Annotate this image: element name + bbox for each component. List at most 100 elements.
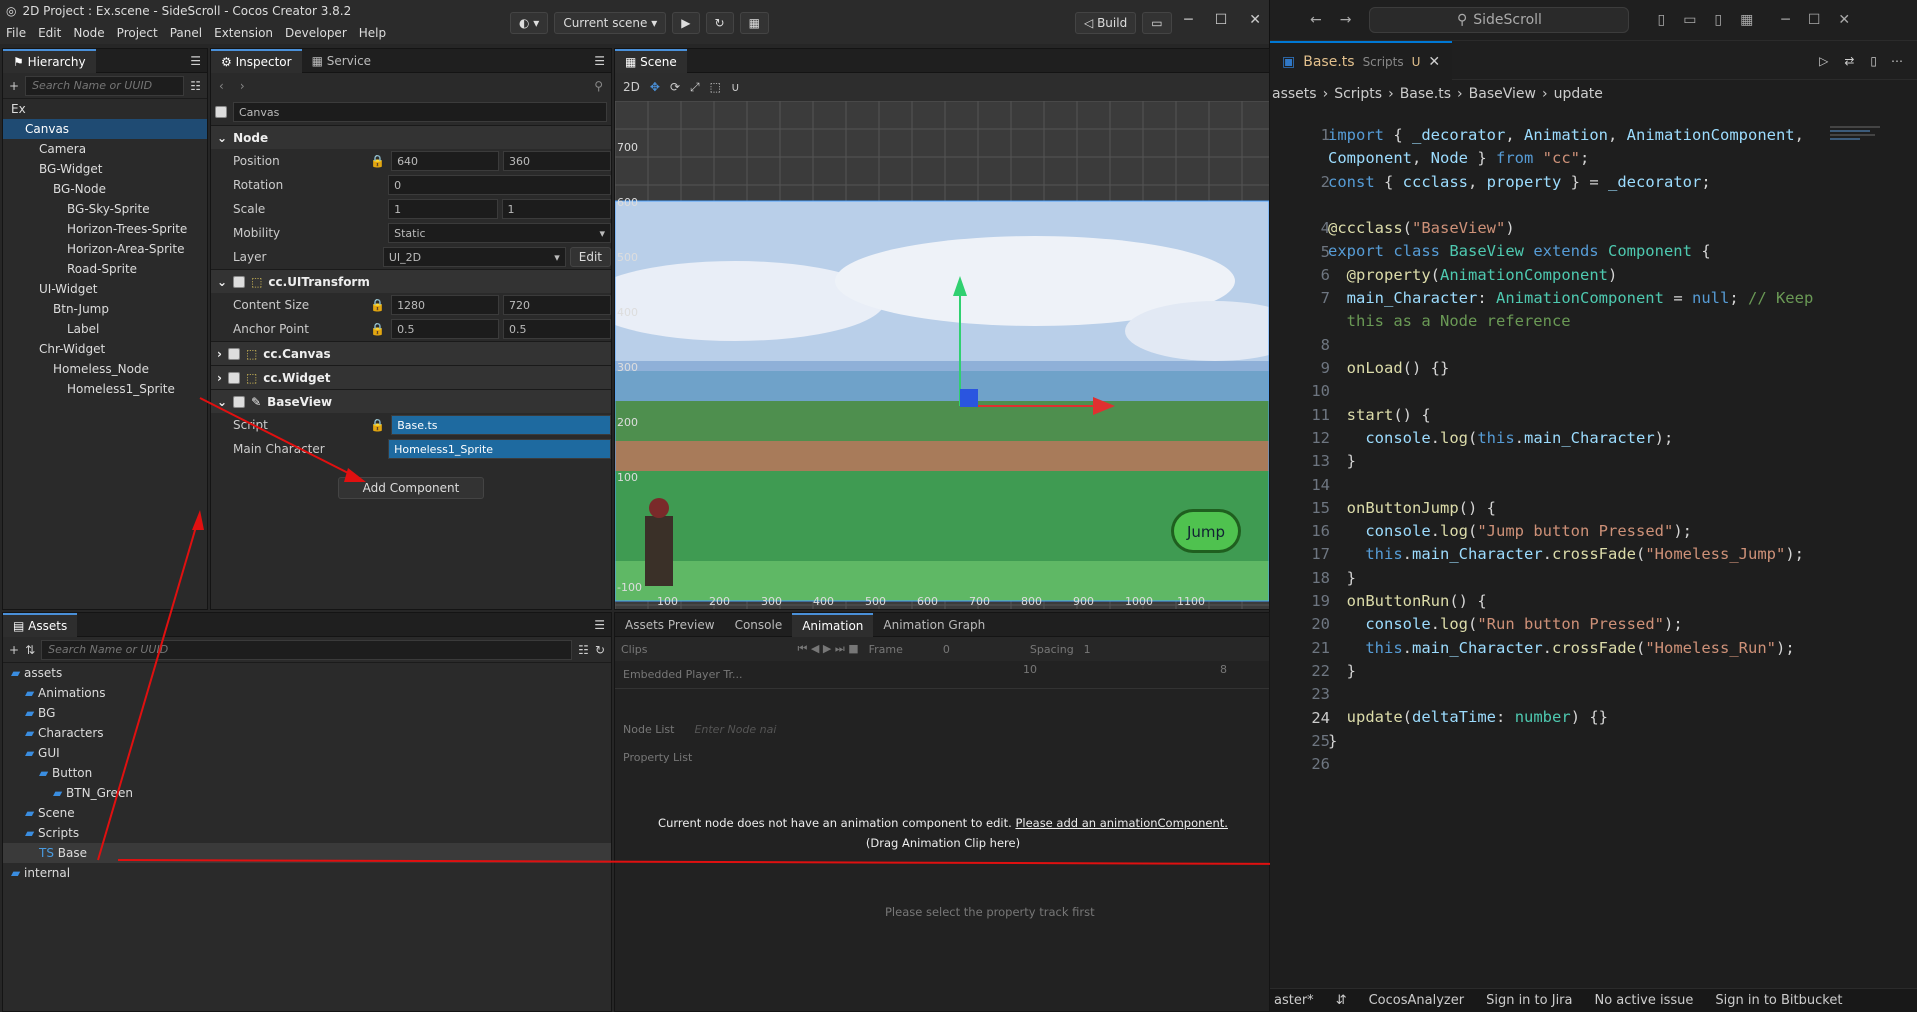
asset-item[interactable]: TS Base (3, 843, 611, 863)
refresh-button[interactable]: ↻ (705, 12, 734, 34)
sort-icon[interactable]: ⇅ (25, 643, 35, 657)
baseview-checkbox[interactable] (233, 395, 246, 408)
breadcrumb-file[interactable]: Base.ts (1400, 86, 1451, 102)
platform-select[interactable]: ◐ ▾ (510, 12, 549, 34)
sync-icon[interactable]: ⇵ (1336, 993, 1347, 1008)
hierarchy-search-input[interactable] (25, 75, 185, 96)
hierarchy-item[interactable]: Btn-Jump (3, 299, 207, 319)
close-icon[interactable]: ✕ (1249, 12, 1261, 28)
breadcrumb-method[interactable]: update (1554, 86, 1603, 102)
sign-in-bitbucket[interactable]: Sign in to Bitbucket (1715, 993, 1842, 1008)
tab-animation-graph[interactable]: Animation Graph (873, 613, 995, 637)
widget-section[interactable]: › ⬚ cc.Widget (211, 365, 611, 389)
move-tool-icon[interactable]: ✥ (650, 80, 660, 94)
layer-edit-button[interactable]: Edit (569, 247, 611, 267)
cocos-analyzer[interactable]: CocosAnalyzer (1369, 993, 1464, 1008)
anchor-y-field[interactable]: 0.5 (503, 319, 611, 339)
rotate-tool-icon[interactable]: ⟳ (670, 80, 680, 94)
folder-button[interactable]: ▭ (1142, 12, 1172, 34)
menu-extension[interactable]: Extension (214, 26, 273, 40)
magnet-icon[interactable]: ∪ (731, 80, 740, 94)
asset-item[interactable]: ▰ Button (3, 763, 611, 783)
mobility-select[interactable]: Static ▾ (388, 223, 611, 243)
asset-item[interactable]: ▰ GUI (3, 743, 611, 763)
add-icon[interactable]: + (9, 79, 19, 93)
tab-service[interactable]: ▦ Service (302, 49, 382, 73)
build-button[interactable]: ◁ Build (1075, 12, 1137, 34)
add-icon[interactable]: + (9, 643, 19, 657)
scale-tool-icon[interactable]: ⤢ (690, 80, 700, 95)
layout-icon[interactable]: ▯ (1714, 12, 1722, 28)
tab-inspector[interactable]: ⚙ Inspector (211, 48, 302, 73)
asset-item[interactable]: ▰ BG (3, 703, 611, 723)
minimize-icon[interactable]: ─ (1184, 12, 1192, 28)
split-icon[interactable]: ▯ (1870, 54, 1877, 68)
content-height-field[interactable]: 720 (503, 295, 611, 315)
active-issue[interactable]: No active issue (1595, 993, 1694, 1008)
menu-file[interactable]: File (6, 26, 26, 40)
tab-hierarchy[interactable]: ⚑ Hierarchy (3, 48, 96, 73)
layout-icon[interactable]: ▭ (1683, 12, 1696, 28)
menu-panel[interactable]: Panel (170, 26, 202, 40)
editor-tab-base-ts[interactable]: ▣ Base.ts Scripts U ✕ (1270, 40, 1453, 81)
baseview-section[interactable]: ⌄ ✎ BaseView (211, 389, 611, 413)
hierarchy-item[interactable]: Canvas (3, 119, 207, 139)
layer-select[interactable]: UI_2D ▾ (382, 247, 566, 267)
hierarchy-item[interactable]: Homeless1_Sprite (3, 379, 207, 399)
menu-project[interactable]: Project (117, 26, 158, 40)
layout-icon[interactable]: ▦ (1740, 12, 1753, 28)
asset-item[interactable]: ▰ internal (3, 863, 611, 883)
breadcrumb-class[interactable]: BaseView (1469, 86, 1536, 102)
spacing-value[interactable]: 1 (1084, 643, 1091, 656)
command-center-search[interactable]: ⚲ SideScroll (1369, 7, 1630, 33)
more-icon[interactable]: ⋯ (1891, 54, 1903, 68)
minimap[interactable] (1830, 124, 1900, 184)
canvas-checkbox[interactable] (227, 347, 240, 360)
hierarchy-item[interactable]: Label (3, 319, 207, 339)
list-icon[interactable]: ☷ (578, 643, 589, 657)
jump-button-text[interactable]: Jump (1186, 523, 1225, 541)
hierarchy-item[interactable]: BG-Widget (3, 159, 207, 179)
hierarchy-item[interactable]: Ex (3, 99, 207, 119)
position-x-field[interactable]: 640 (391, 151, 500, 171)
node-section[interactable]: ⌄ Node (211, 125, 611, 149)
close-icon[interactable]: ✕ (1428, 54, 1440, 70)
back-icon[interactable]: ‹ (219, 79, 224, 93)
code-editor[interactable]: 1 2 4 5 6 7 8 9 10 11 12 13 14 15 16 17 18 19 20 21 22 23 24 25… (1270, 124, 1830, 773)
minimize-icon[interactable]: ─ (1781, 12, 1789, 28)
scene-select[interactable]: Current scene ▾ (554, 12, 667, 34)
anchor-x-field[interactable]: 0.5 (391, 319, 500, 339)
menu-developer[interactable]: Developer (285, 26, 347, 40)
tab-scene[interactable]: ▦ Scene (615, 48, 687, 73)
menu-icon[interactable]: ☰ (190, 54, 201, 68)
compare-icon[interactable]: ⇄ (1844, 54, 1854, 68)
tab-assets-preview[interactable]: Assets Preview (615, 613, 725, 637)
menu-node[interactable]: Node (73, 26, 104, 40)
position-y-field[interactable]: 360 (503, 151, 611, 171)
canvas-section[interactable]: › ⬚ cc.Canvas (211, 341, 611, 365)
forward-icon[interactable]: → (1340, 12, 1352, 28)
rect-tool-icon[interactable]: ⬚ (710, 80, 721, 94)
hierarchy-item[interactable]: Homeless_Node (3, 359, 207, 379)
hierarchy-item[interactable]: Horizon-Area-Sprite (3, 239, 207, 259)
menu-edit[interactable]: Edit (38, 26, 61, 40)
play-button[interactable]: ▶ (672, 12, 700, 34)
node-active-checkbox[interactable] (215, 106, 227, 118)
asset-item[interactable]: ▰ Characters (3, 723, 611, 743)
run-icon[interactable]: ▷ (1819, 54, 1828, 68)
script-field[interactable]: Base.ts (391, 415, 611, 435)
maximize-icon[interactable]: ☐ (1215, 12, 1228, 28)
asset-item[interactable]: ▰ BTN_Green (3, 783, 611, 803)
hierarchy-item[interactable]: Horizon-Trees-Sprite (3, 219, 207, 239)
pin-icon[interactable]: ⚲ (594, 79, 603, 93)
maximize-icon[interactable]: ☐ (1808, 12, 1821, 28)
playback-controls[interactable]: ⏮ ◀ ▶ ⏭ ■ (798, 642, 859, 656)
asset-item[interactable]: ▰ assets (3, 663, 611, 683)
uitransform-checkbox[interactable] (233, 275, 246, 288)
tab-animation[interactable]: Animation (792, 612, 874, 637)
node-name-field[interactable]: Canvas (233, 102, 607, 122)
add-component-button[interactable]: Add Component (337, 477, 485, 499)
add-animation-link[interactable]: Please add an animationComponent. (1015, 816, 1228, 830)
menu-help[interactable]: Help (359, 26, 386, 40)
scale-y-field[interactable]: 1 (501, 199, 611, 219)
